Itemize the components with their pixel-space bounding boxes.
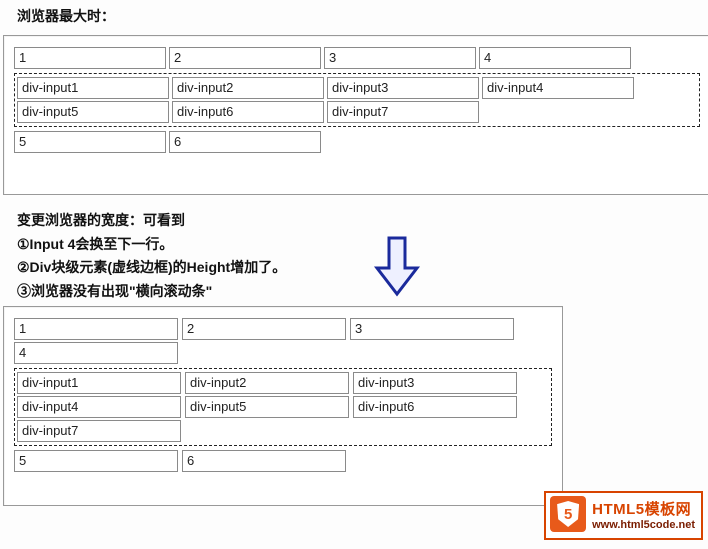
logo-title: HTML5模板网 — [592, 498, 695, 519]
logo-url: www.html5code.net — [592, 519, 695, 531]
row-numbers-top: 1 2 3 4 — [14, 317, 552, 365]
caption-resize: 变更浏览器的宽度：可看到 ①Input 4会换至下一行。 ②Div块级元素(虚线… — [17, 209, 708, 304]
cell: div-input3 — [353, 372, 517, 394]
cell: div-input5 — [17, 101, 169, 123]
panel-wide: 1 2 3 4 div-input1 div-input2 div-input3… — [3, 35, 708, 195]
caption-max-text: 浏览器最大时： — [17, 5, 708, 29]
cell: 5 — [14, 131, 166, 153]
cell: 3 — [350, 318, 514, 340]
cell: 1 — [14, 47, 166, 69]
cell: 2 — [182, 318, 346, 340]
cell: 5 — [14, 450, 178, 472]
resize-line-4: ③浏览器没有出现"横向滚动条" — [17, 280, 708, 304]
cell: 6 — [182, 450, 346, 472]
cell: div-input1 — [17, 77, 169, 99]
cell: div-input4 — [482, 77, 634, 99]
caption-max: 浏览器最大时： — [17, 5, 708, 29]
cell: div-input6 — [353, 396, 517, 418]
cell: 4 — [14, 342, 178, 364]
resize-line-2: ①Input 4会换至下一行。 — [17, 233, 708, 257]
panel-narrow: 1 2 3 4 div-input1 div-input2 div-input3… — [3, 306, 563, 506]
div-block-dashed: div-input1 div-input2 div-input3 div-inp… — [14, 368, 552, 446]
resize-line-1: 变更浏览器的宽度：可看到 — [17, 209, 708, 233]
arrow-down-icon — [373, 234, 421, 301]
cell: div-input4 — [17, 396, 181, 418]
div-block-dashed: div-input1 div-input2 div-input3 div-inp… — [14, 73, 700, 127]
cell: div-input6 — [172, 101, 324, 123]
cell: div-input5 — [185, 396, 349, 418]
resize-line-3: ②Div块级元素(虚线边框)的Height增加了。 — [17, 256, 708, 280]
row-numbers-top: 1 2 3 4 — [14, 46, 700, 70]
shield-number: 5 — [557, 501, 579, 527]
row-div-inputs: div-input1 div-input2 div-input3 div-inp… — [17, 371, 549, 443]
html5-shield-icon: 5 — [550, 496, 586, 532]
cell: div-input2 — [172, 77, 324, 99]
logo-text: HTML5模板网 www.html5code.net — [592, 498, 695, 531]
row-numbers-bottom: 5 6 — [14, 130, 700, 154]
cell: 1 — [14, 318, 178, 340]
cell: 4 — [479, 47, 631, 69]
cell: 2 — [169, 47, 321, 69]
cell: div-input3 — [327, 77, 479, 99]
row-numbers-bottom: 5 6 — [14, 449, 552, 473]
cell: div-input7 — [327, 101, 479, 123]
row-div-inputs: div-input1 div-input2 div-input3 div-inp… — [17, 76, 697, 124]
cell: div-input1 — [17, 372, 181, 394]
cell: 3 — [324, 47, 476, 69]
watermark-logo: 5 HTML5模板网 www.html5code.net — [544, 491, 703, 540]
cell: 6 — [169, 131, 321, 153]
cell: div-input2 — [185, 372, 349, 394]
cell: div-input7 — [17, 420, 181, 442]
